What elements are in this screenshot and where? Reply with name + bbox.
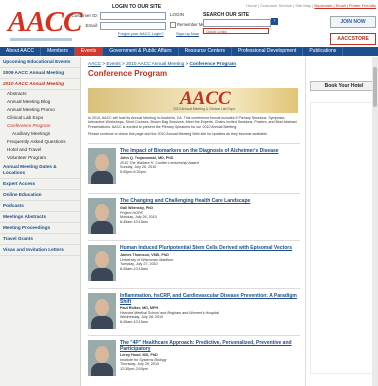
nav-professional-development[interactable]: Professional Development [232, 47, 304, 56]
nav-events[interactable]: Events [74, 47, 104, 56]
customer-id-field[interactable] [100, 12, 166, 20]
speaker-face [95, 346, 109, 363]
forgot-login-link[interactable]: Forgot your AACC Login? [118, 31, 164, 36]
speaker-face [95, 204, 109, 221]
sidebar-item[interactable]: Annual Meeting Blog [0, 98, 80, 106]
scrollbar[interactable] [372, 57, 378, 386]
quick-links-select[interactable]: Quick Links [203, 28, 269, 34]
speaker-body [91, 171, 113, 184]
sidebar-item[interactable]: 2009 AACC Annual Meeting [0, 68, 80, 79]
sidebar-item[interactable]: Annual Meeting Dates & Locations [0, 162, 80, 179]
speaker-body [91, 221, 113, 234]
customer-id-label: Customer ID: [71, 13, 98, 18]
sidebar-item[interactable]: Clinical Lab Expo [0, 114, 80, 122]
session-item: The Impact of Biomarkers on the Diagnosi… [88, 143, 300, 192]
right-panel-box [310, 102, 378, 374]
utility-links-prefix[interactable]: Home | Customer Service | Site Map | [246, 3, 313, 8]
session-time: 5:00pm-6:30pm [120, 169, 146, 174]
sidebar-item[interactable]: Visas and Invitation Letters [0, 245, 80, 256]
remember-me-label: Remember Me [177, 22, 205, 27]
session-title-link[interactable]: Inflammation, hsCRP, and Cardiovascular … [120, 293, 298, 305]
session-title-link[interactable]: Human Induced Pluripotential Stem Cells … [120, 245, 298, 251]
page-title: Conference Program [88, 69, 168, 78]
speaker-photo[interactable] [88, 340, 116, 376]
session-time: 12:30pm-2:00pm [120, 366, 148, 371]
join-now-button[interactable]: JOIN NOW [330, 16, 376, 28]
session-time: 8:45am-10:15am [120, 319, 148, 324]
speaker-body [91, 316, 113, 329]
speaker-face [95, 251, 109, 268]
email-label: Email: [85, 23, 98, 28]
intro-paragraph-1: In 2010, AACC will host its Annual Meeti… [88, 116, 297, 129]
banner-right-image [228, 88, 298, 113]
nav-publications[interactable]: Publications [303, 47, 344, 56]
sidebar-item[interactable]: Expert Access [0, 179, 80, 190]
remember-me-checkbox[interactable] [170, 22, 176, 28]
sidebar-item[interactable]: Frequently Asked Questions [0, 138, 80, 146]
site-header: AACC LOGIN TO OUR SITE Customer ID: Emai… [0, 0, 378, 46]
sidebar-item[interactable]: Annual Meeting Promo [0, 106, 80, 114]
sidebar-item[interactable]: Conference Program [0, 122, 80, 130]
breadcrumb: AACC > Events > 2010 AACC Annual Meeting… [88, 61, 236, 66]
logo-underline [10, 38, 72, 41]
main-content: AACC > Events > 2010 AACC Annual Meeting… [84, 57, 302, 386]
sidebar: Upcoming Educational Events 2009 AACC Ann… [0, 57, 81, 386]
book-hotel-button[interactable]: Book Your Hotel [310, 81, 378, 91]
breadcrumb-meeting[interactable]: 2010 AACC Annual Meeting [126, 61, 184, 66]
sidebar-item[interactable]: Podcasts [0, 201, 80, 212]
nav-government[interactable]: Government & Public Affairs [103, 47, 179, 56]
sidebar-item[interactable]: Meetings Abstracts [0, 212, 80, 223]
breadcrumb-home[interactable]: AACC [88, 61, 101, 66]
right-column: Book Your Hotel [305, 57, 378, 386]
sidebar-item[interactable]: Auxiliary Meetings [0, 130, 80, 138]
session-time: 8:45am-10:15am [120, 266, 148, 271]
session-time: 8:45am-10:15am [120, 219, 148, 224]
scrollbar-thumb[interactable] [373, 67, 377, 107]
sidebar-item[interactable]: Hotel and Travel [0, 146, 80, 154]
sidebar-item[interactable]: Online Education [0, 190, 80, 201]
aacc-store-button[interactable]: AACCSTORE [330, 33, 376, 45]
sidebar-item[interactable]: Abstracts [0, 90, 80, 98]
sidebar-item[interactable]: Volunteer Program [0, 154, 80, 162]
speaker-photo[interactable] [88, 293, 116, 329]
nav-about[interactable]: About AACC [0, 47, 42, 56]
nav-members[interactable]: Members [41, 47, 75, 56]
session-title-link[interactable]: The "4P" Healthcare Approach: Predictive… [120, 340, 298, 352]
search-input[interactable] [203, 19, 271, 27]
session-item: The Changing and Challenging Health Care… [88, 193, 300, 242]
signup-link[interactable]: Sign-up Now [176, 31, 199, 36]
session-title-link[interactable]: The Changing and Challenging Health Care… [120, 198, 298, 204]
breadcrumb-events[interactable]: Events [106, 61, 120, 66]
sidebar-item[interactable]: Upcoming Educational Events [0, 57, 80, 68]
sidebar-item[interactable]: Travel Grants [0, 234, 80, 245]
speaker-photo[interactable] [88, 148, 116, 184]
speaker-photo[interactable] [88, 198, 116, 234]
sidebar-item[interactable]: Meeting Proceedings [0, 223, 80, 234]
session-title-link[interactable]: The Impact of Biomarkers on the Diagnosi… [120, 148, 298, 154]
sidebar-item[interactable]: 2010 AACC Annual Meeting [0, 79, 80, 90]
session-item: Inflammation, hsCRP, and Cardiovascular … [88, 288, 300, 337]
session-item: Human Induced Pluripotential Stem Cells … [88, 240, 300, 289]
intro-text: In 2010, AACC will host its Annual Meeti… [88, 116, 298, 137]
speaker-body [91, 363, 113, 376]
intro-paragraph-2: Please continue to check this page and t… [88, 132, 268, 137]
search-go-icon[interactable]: › [271, 18, 278, 25]
main-nav: About AACC Members Events Government & P… [0, 47, 378, 56]
login-title: LOGIN TO OUR SITE [112, 4, 162, 10]
utility-links-actions[interactable]: Bookmark | Email | Printer Friendly [314, 3, 376, 8]
meeting-banner: AACC 2010 Annual Meeting & Clinical Lab … [88, 88, 298, 113]
speaker-face [95, 154, 109, 171]
utility-links: Home | Customer Service | Site Map | Boo… [246, 3, 376, 8]
login-button[interactable]: LOGIN [170, 12, 184, 17]
search-title: SEARCH OUR SITE [203, 12, 250, 18]
breadcrumb-current: Conference Program [189, 61, 236, 66]
speaker-body [91, 268, 113, 281]
nav-resource-centers[interactable]: Resource Centers [179, 47, 232, 56]
speaker-face [95, 299, 109, 316]
session-item: The "4P" Healthcare Approach: Predictive… [88, 335, 300, 384]
banner-tagline: 2010 Annual Meeting & Clinical Lab Expo [173, 107, 236, 111]
email-field[interactable] [100, 22, 166, 30]
speaker-photo[interactable] [88, 245, 116, 281]
